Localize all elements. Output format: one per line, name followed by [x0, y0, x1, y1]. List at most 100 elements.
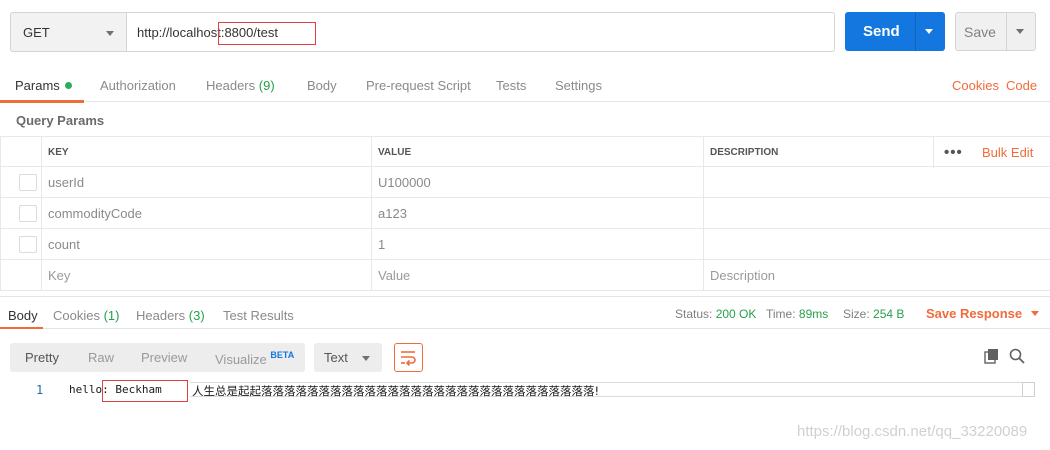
tab-tests[interactable]: Tests — [496, 78, 526, 93]
send-label: Send — [863, 23, 900, 40]
param-key-cell[interactable]: count — [41, 229, 371, 260]
tab-response-cookies[interactable]: Cookies (1) — [53, 308, 119, 323]
key-placeholder: Key — [48, 268, 71, 283]
save-response-label: Save Response — [926, 306, 1023, 321]
copy-icon[interactable] — [984, 348, 1000, 364]
new-key-input[interactable]: Key — [41, 260, 371, 291]
header-actions-cell: ••• Bulk Edit — [933, 137, 1050, 168]
tab-response-headers-label: Headers — [136, 308, 186, 323]
cookies-link[interactable]: Cookies — [952, 78, 999, 93]
tab-prerequest-script[interactable]: Pre-request Script — [366, 78, 471, 93]
tab-settings[interactable]: Settings — [555, 78, 602, 93]
save-label: Save — [964, 24, 996, 40]
chevron-down-icon — [106, 31, 114, 36]
value-placeholder: Value — [378, 268, 411, 283]
url-input[interactable]: http://localhost:8800/test — [126, 12, 835, 52]
status-value: 200 OK — [715, 307, 757, 321]
save-chevron-down-icon[interactable] — [1016, 29, 1024, 34]
save-divider — [1006, 13, 1007, 50]
view-visualize-label: Visualize — [215, 352, 267, 367]
param-description-cell[interactable] — [703, 167, 1050, 198]
save-response-button[interactable]: Save Response — [926, 306, 1040, 321]
tab-params[interactable]: Params — [15, 78, 72, 93]
tab-headers-label: Headers — [206, 78, 256, 93]
tab-response-body[interactable]: Body — [8, 308, 38, 323]
tab-body[interactable]: Body — [307, 78, 337, 93]
tab-authorization[interactable]: Authorization — [100, 78, 176, 93]
line-number: 1 — [36, 383, 44, 397]
view-raw[interactable]: Raw — [88, 350, 114, 365]
param-checkbox[interactable] — [19, 174, 37, 191]
tab-headers-count: (9) — [258, 78, 275, 93]
param-row: commodityCode a123 — [0, 198, 1050, 229]
time-readout: Time: 89ms — [766, 307, 828, 321]
tab-headers[interactable]: Headers (9) — [206, 78, 275, 93]
column-description: DESCRIPTION — [710, 147, 779, 158]
param-checkbox[interactable] — [19, 205, 37, 222]
status-readout: Status: 200 OK — [675, 307, 756, 321]
param-key: count — [48, 237, 80, 252]
query-params-title: Query Params — [16, 113, 105, 128]
tab-response-cookies-label: Cookies — [53, 308, 100, 323]
param-checkbox[interactable] — [19, 236, 37, 253]
header-value-cell: VALUE — [371, 137, 703, 168]
status-label: Status: — [675, 307, 713, 321]
params-table: KEY VALUE DESCRIPTION ••• Bulk Edit user… — [0, 136, 1050, 291]
method-select[interactable]: GET — [10, 12, 126, 52]
bulk-edit-link[interactable]: Bulk Edit — [982, 145, 1033, 160]
view-mode-toolbar: Pretty Raw Preview Visualize BETA — [10, 343, 305, 372]
param-value: U100000 — [378, 175, 431, 190]
param-checkbox-cell — [0, 260, 41, 291]
save-button[interactable]: Save — [955, 12, 1036, 51]
request-bar: GET http://localhost:8800/test Send Save — [10, 12, 1036, 52]
param-checkbox-cell — [0, 198, 41, 229]
param-value-cell[interactable]: 1 — [371, 229, 703, 260]
tab-response-headers[interactable]: Headers (3) — [136, 308, 205, 323]
tab-test-results[interactable]: Test Results — [223, 308, 294, 323]
format-select[interactable]: Text — [314, 343, 382, 372]
param-value: 1 — [378, 237, 386, 252]
wrap-lines-button[interactable] — [394, 343, 423, 372]
view-pretty[interactable]: Pretty — [25, 350, 59, 365]
request-tabs: Params Authorization Headers (9) Body Pr… — [0, 70, 1050, 103]
size-label: Size: — [843, 307, 870, 321]
header-key-cell: KEY — [41, 137, 371, 168]
param-value-cell[interactable]: a123 — [371, 198, 703, 229]
save-response-chevron-icon — [1031, 311, 1040, 316]
tab-response-headers-count: (3) — [188, 308, 205, 323]
method-label: GET — [23, 25, 50, 40]
param-key-cell[interactable]: userId — [41, 167, 371, 198]
view-visualize[interactable]: Visualize BETA — [215, 350, 294, 367]
param-description-cell[interactable] — [703, 198, 1050, 229]
param-checkbox-cell — [0, 229, 41, 260]
view-preview[interactable]: Preview — [141, 350, 187, 365]
url-highlight-box — [218, 22, 316, 45]
active-tab-underline — [0, 100, 84, 103]
send-button[interactable]: Send — [845, 12, 945, 51]
search-icon[interactable] — [1009, 348, 1025, 364]
new-value-input[interactable]: Value — [371, 260, 703, 291]
param-key: userId — [48, 175, 85, 190]
response-body-editor[interactable]: 1 hello: Beckham 人生总是起起落落落落落落落落落落落落落落落落落… — [0, 380, 1050, 402]
param-value-cell[interactable]: U100000 — [371, 167, 703, 198]
tab-response-cookies-count: (1) — [103, 308, 120, 323]
params-header-row: KEY VALUE DESCRIPTION ••• Bulk Edit — [0, 136, 1050, 168]
param-new-row: Key Value Description — [0, 260, 1050, 291]
line-end-box — [1022, 382, 1035, 397]
response-text-rest: 人生总是起起落落落落落落落落落落落落落落落落落落落落落落落落落落落落落! — [192, 384, 600, 398]
header-description-cell: DESCRIPTION — [703, 137, 933, 168]
size-readout: Size: 254 B — [843, 307, 904, 321]
param-key-cell[interactable]: commodityCode — [41, 198, 371, 229]
header-checkbox-cell — [0, 137, 41, 168]
more-options-icon[interactable]: ••• — [944, 144, 963, 161]
param-row: userId U100000 — [0, 167, 1050, 198]
code-link[interactable]: Code — [1006, 78, 1037, 93]
active-dot-icon — [64, 82, 72, 89]
param-description-cell[interactable] — [703, 229, 1050, 260]
watermark: https://blog.csdn.net/qq_33220089 — [797, 423, 1028, 440]
send-divider — [915, 12, 916, 51]
new-description-input[interactable]: Description — [703, 260, 1050, 291]
description-placeholder: Description — [710, 268, 776, 283]
send-chevron-down-icon[interactable] — [925, 29, 933, 34]
time-value: 89ms — [798, 307, 829, 321]
